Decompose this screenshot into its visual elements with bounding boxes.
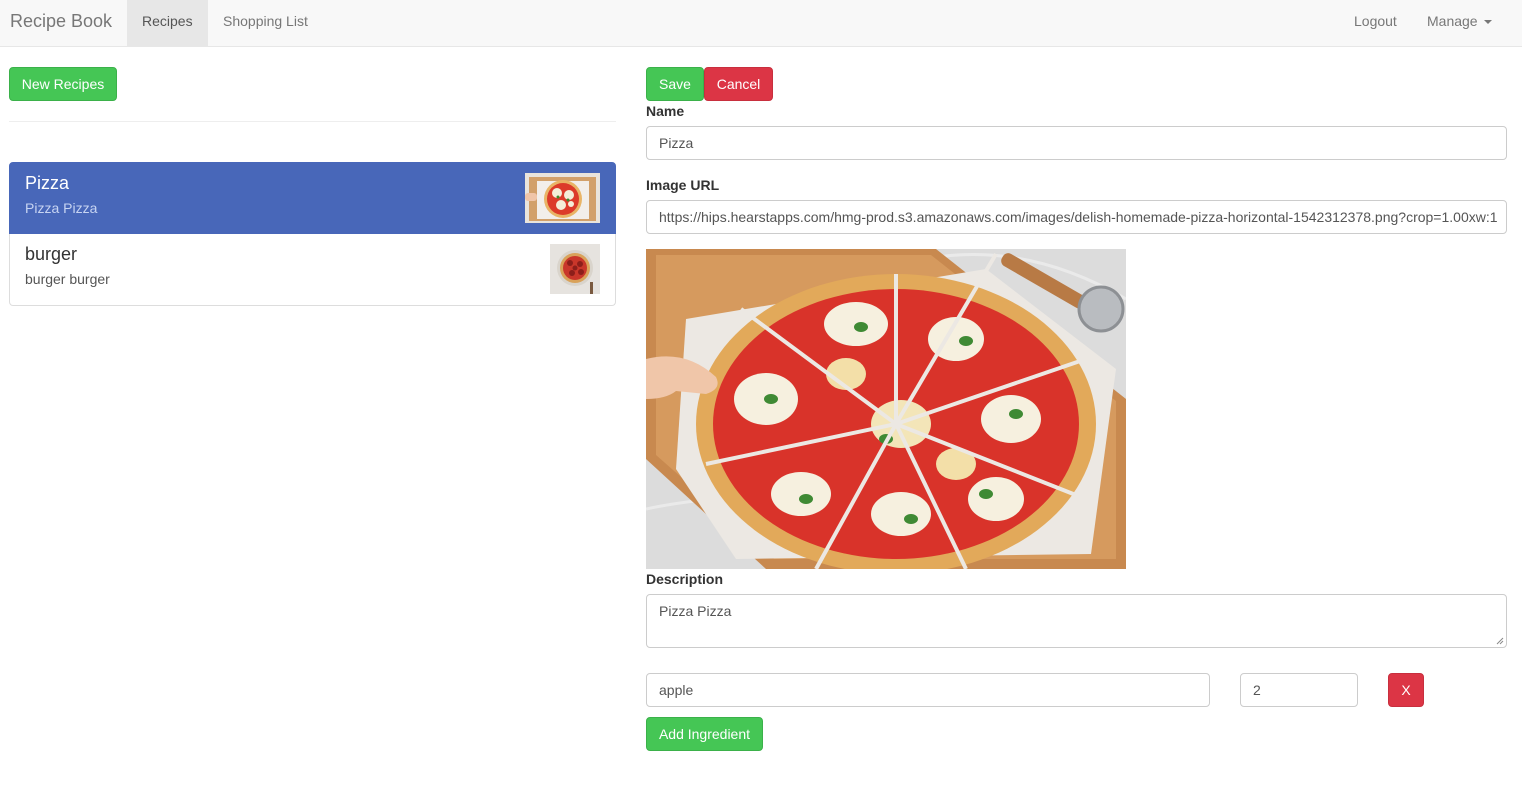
new-recipe-button[interactable]: New Recipes	[9, 67, 117, 101]
navbar: Recipe Book Recipes Shopping List Logout…	[0, 0, 1522, 47]
ingredient-amount-input[interactable]: 2	[1240, 673, 1358, 707]
ingredient-name-input[interactable]: apple	[646, 673, 1210, 707]
recipe-list-item[interactable]: Pizza Pizza Pizza	[9, 162, 616, 234]
image-url-input[interactable]: https://hips.hearstapps.com/hmg-prod.s3.…	[646, 200, 1507, 234]
recipe-description: Pizza Pizza	[25, 200, 98, 216]
brand-link[interactable]: Recipe Book	[10, 0, 112, 46]
name-label: Name	[646, 103, 685, 119]
description-text: Pizza Pizza	[659, 603, 732, 619]
nav-shopping-list[interactable]: Shopping List	[208, 0, 323, 46]
nav-recipes[interactable]: Recipes	[127, 0, 208, 46]
add-ingredient-button[interactable]: Add Ingredient	[646, 717, 763, 751]
recipe-thumbnail	[525, 173, 600, 223]
image-url-label: Image URL	[646, 177, 720, 193]
cancel-button[interactable]: Cancel	[704, 67, 773, 101]
nav-manage-label: Manage	[1427, 13, 1478, 29]
caret-down-icon	[1483, 20, 1492, 25]
divider	[9, 121, 616, 122]
remove-ingredient-button[interactable]: X	[1388, 673, 1424, 707]
recipe-thumbnail	[550, 244, 600, 294]
recipe-name: Pizza	[25, 173, 70, 193]
description-textarea[interactable]: Pizza Pizza	[646, 594, 1507, 648]
save-button[interactable]: Save	[646, 67, 704, 101]
name-input[interactable]: Pizza	[646, 126, 1507, 160]
recipe-name: burger	[25, 244, 78, 264]
resize-handle-icon[interactable]	[1496, 637, 1504, 645]
nav-manage-dropdown[interactable]: Manage	[1412, 0, 1507, 46]
nav-logout[interactable]: Logout	[1339, 0, 1412, 46]
description-label: Description	[646, 571, 724, 587]
recipe-list-item[interactable]: burger burger burger	[9, 234, 616, 306]
recipe-description: burger burger	[25, 271, 110, 287]
recipe-image-preview	[646, 249, 1126, 569]
